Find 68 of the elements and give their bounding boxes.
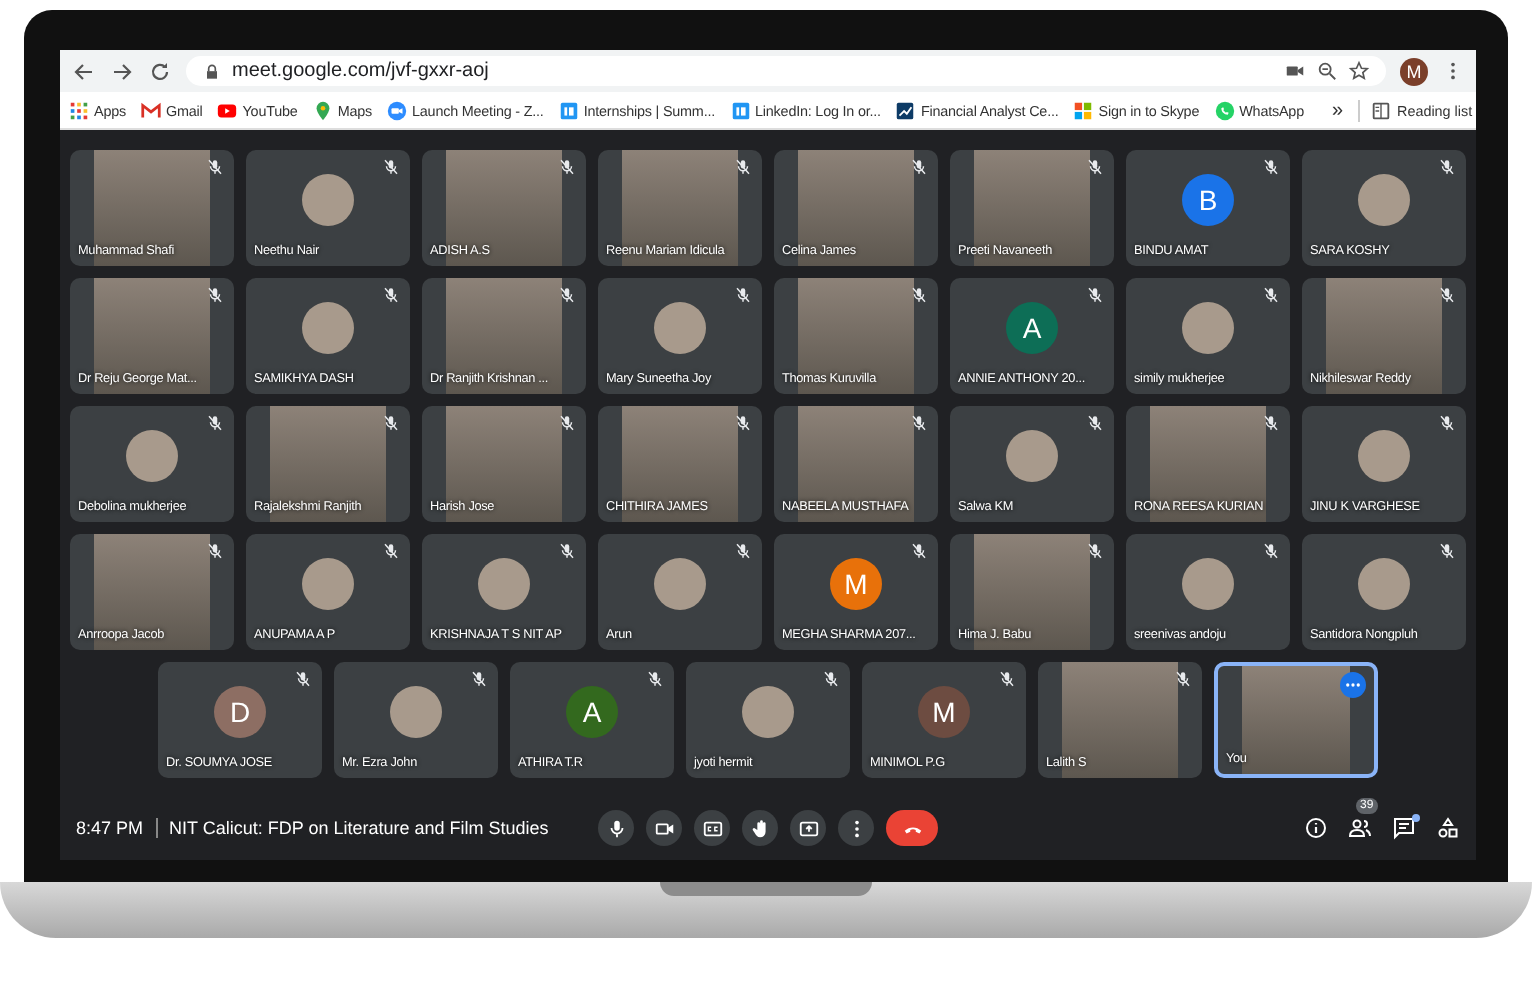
shapes-icon — [1436, 816, 1460, 840]
letter-avatar: A — [1006, 301, 1058, 353]
bookmark-logo-icon — [729, 99, 752, 121]
activities-button[interactable] — [1436, 816, 1460, 840]
raise-hand-button[interactable] — [742, 810, 778, 846]
notification-dot — [1412, 814, 1420, 822]
map-pin-icon — [311, 99, 334, 121]
captions-button[interactable] — [694, 810, 730, 846]
avatar-circle — [1358, 429, 1410, 481]
avatar-circle — [1182, 557, 1234, 609]
avatar-circle — [302, 557, 354, 609]
letter-avatar: B — [1182, 173, 1234, 225]
forward-arrow-icon[interactable] — [110, 59, 134, 83]
info-button[interactable] — [1304, 816, 1328, 840]
video-camera-icon[interactable] — [1284, 60, 1306, 82]
letter-avatar: M — [830, 557, 882, 609]
more-options-button[interactable] — [838, 810, 874, 846]
meeting-title: NIT Calicut: FDP on Literature and Film Studies — [169, 818, 549, 838]
hand-icon — [749, 817, 771, 839]
avatar-circle — [1182, 301, 1234, 353]
more-options-button[interactable] — [1340, 671, 1366, 697]
letter-avatar: D — [214, 685, 266, 737]
four-squares-icon — [1072, 99, 1095, 121]
captions-icon — [701, 817, 723, 839]
apps-grid-icon — [68, 99, 90, 121]
avatar-circle — [654, 301, 706, 353]
avatar-circle — [742, 685, 794, 737]
video-camera-icon — [386, 99, 408, 121]
avatar-circle — [390, 685, 442, 737]
chat-button[interactable] — [1392, 816, 1416, 840]
avatar-circle — [126, 429, 178, 481]
letter-avatar: M — [918, 685, 970, 737]
video-placeholder — [446, 277, 562, 393]
reload-icon[interactable] — [148, 59, 172, 83]
people-icon — [1348, 816, 1372, 840]
avatar-circle — [1358, 557, 1410, 609]
book-icon — [1369, 99, 1392, 121]
more-bookmarks-button[interactable]: » — [1331, 99, 1344, 121]
info-icon — [1304, 816, 1328, 840]
play-icon — [216, 99, 239, 121]
avatar-circle — [1006, 429, 1058, 481]
microphone-button[interactable] — [598, 810, 634, 846]
video-placeholder — [94, 277, 210, 393]
address-bar[interactable]: meet.google.com/jvf-gxxr-aoj — [186, 56, 1386, 86]
chat-bubble-icon — [1213, 99, 1236, 121]
back-arrow-icon[interactable] — [72, 59, 96, 83]
star-icon[interactable] — [1348, 60, 1370, 82]
avatar-circle — [654, 557, 706, 609]
zoom-icon[interactable] — [1316, 60, 1338, 82]
bookmark-logo-icon — [557, 99, 580, 121]
camera-button[interactable] — [646, 810, 682, 846]
mic-icon — [605, 817, 627, 839]
avatar-circle — [302, 173, 354, 225]
lock-icon — [202, 61, 222, 81]
profile-avatar[interactable]: M — [1400, 57, 1428, 85]
avatar-circle — [1358, 173, 1410, 225]
chat-icon — [1392, 816, 1416, 840]
avatar-circle — [478, 557, 530, 609]
url-text: meet.google.com/jvf-gxxr-aoj — [232, 60, 489, 82]
mail-icon — [139, 99, 162, 121]
end-call-button[interactable] — [886, 810, 938, 846]
letter-avatar: A — [566, 685, 618, 737]
present-button[interactable] — [790, 810, 826, 846]
chart-logo-icon — [894, 99, 917, 121]
avatar-circle — [302, 301, 354, 353]
people-button[interactable] — [1348, 816, 1372, 840]
clock-time: 8:47 PM — [76, 818, 144, 838]
present-icon — [797, 817, 819, 839]
